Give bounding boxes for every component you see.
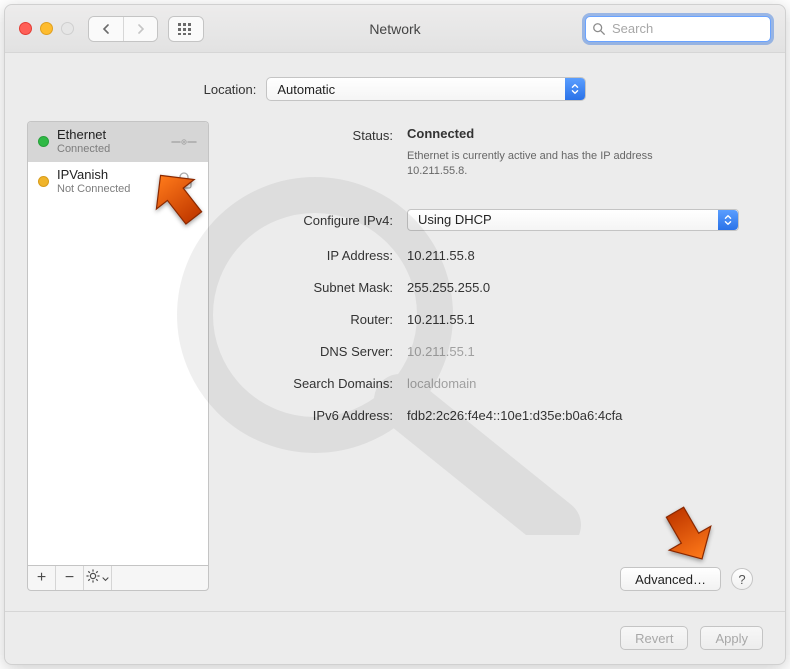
router-value: 10.211.55.1: [407, 309, 757, 327]
grid-icon: [178, 23, 194, 35]
vpn-lock-icon: [170, 172, 198, 190]
help-button[interactable]: ?: [731, 568, 753, 590]
configure-ipv4-wrap: Using DHCP: [407, 193, 757, 231]
nav-back-forward: [88, 16, 158, 42]
subnet-mask-value: 255.255.255.0: [407, 277, 757, 295]
configure-ipv4-select[interactable]: Using DHCP: [407, 209, 739, 231]
window-zoom-button: [61, 22, 74, 35]
select-caret-icon: [565, 78, 585, 100]
search-input[interactable]: [585, 16, 771, 42]
interface-list: Ethernet Connected: [27, 121, 209, 565]
status-block: Connected Ethernet is currently active a…: [407, 125, 757, 179]
location-label: Location:: [204, 82, 257, 97]
subnet-mask-label: Subnet Mask:: [233, 277, 393, 295]
location-value: Automatic: [277, 82, 335, 97]
search-wrap: [585, 16, 771, 42]
add-interface-button[interactable]: +: [28, 566, 56, 590]
sidebar-item-name: IPVanish: [57, 168, 162, 183]
configure-ipv4-label: Configure IPv4:: [233, 193, 393, 228]
sidebar: Ethernet Connected: [27, 121, 209, 591]
configure-ipv4-value: Using DHCP: [418, 212, 492, 227]
status-dot-icon: [38, 176, 49, 187]
location-select[interactable]: Automatic: [266, 77, 586, 101]
location-row: Location: Automatic: [27, 77, 763, 101]
advanced-button[interactable]: Advanced…: [620, 567, 721, 591]
ip-address-label: IP Address:: [233, 245, 393, 263]
ipv6-address-label: IPv6 Address:: [233, 405, 393, 423]
bottom-bar: Revert Apply: [5, 611, 785, 664]
sidebar-item-ethernet[interactable]: Ethernet Connected: [28, 122, 208, 162]
detail-panel: Status: Connected Ethernet is currently …: [227, 121, 763, 591]
traffic-lights: [19, 22, 74, 35]
search-domains-value: localdomain: [407, 373, 757, 391]
forward-button: [123, 17, 157, 41]
ipv6-address-value: fdb2:2c26:f4e4::10e1:d35e:b0a6:4cfa: [407, 405, 757, 423]
window-close-button[interactable]: [19, 22, 32, 35]
sidebar-item-status: Connected: [57, 143, 162, 156]
network-preferences-window: Network Location: Automatic: [4, 4, 786, 665]
sidebar-item-info: IPVanish Not Connected: [57, 168, 162, 196]
dns-server-value: 10.211.55.1: [407, 341, 757, 359]
sidebar-item-ipvanish[interactable]: IPVanish Not Connected: [28, 162, 208, 202]
apply-button: Apply: [700, 626, 763, 650]
select-caret-icon: [718, 210, 738, 230]
titlebar: Network: [5, 5, 785, 53]
remove-interface-button[interactable]: −: [56, 566, 84, 590]
interface-options-button[interactable]: [84, 566, 112, 590]
sidebar-item-name: Ethernet: [57, 128, 162, 143]
router-label: Router:: [233, 309, 393, 327]
chevron-right-icon: [136, 24, 146, 34]
sidebar-item-status: Not Connected: [57, 183, 162, 196]
status-value: Connected: [407, 123, 474, 141]
ethernet-icon: [170, 133, 198, 151]
dns-server-label: DNS Server:: [233, 341, 393, 359]
window-minimize-button[interactable]: [40, 22, 53, 35]
chevron-down-icon: [102, 569, 109, 587]
back-button[interactable]: [89, 17, 123, 41]
content: Location: Automatic Ethernet Connected: [5, 53, 785, 611]
sidebar-footer: + −: [27, 565, 209, 591]
ip-address-value: 10.211.55.8: [407, 245, 757, 263]
status-label: Status:: [233, 125, 393, 143]
revert-button: Revert: [620, 626, 688, 650]
gear-icon: [86, 569, 100, 588]
show-all-button[interactable]: [168, 16, 204, 42]
status-description: Ethernet is currently active and has the…: [407, 149, 707, 179]
main-area: Ethernet Connected: [27, 121, 763, 591]
search-domains-label: Search Domains:: [233, 373, 393, 391]
sidebar-item-info: Ethernet Connected: [57, 128, 162, 156]
chevron-left-icon: [101, 24, 111, 34]
form-grid: Status: Connected Ethernet is currently …: [233, 125, 757, 423]
status-dot-icon: [38, 136, 49, 147]
advanced-row: Advanced… ?: [233, 557, 757, 591]
